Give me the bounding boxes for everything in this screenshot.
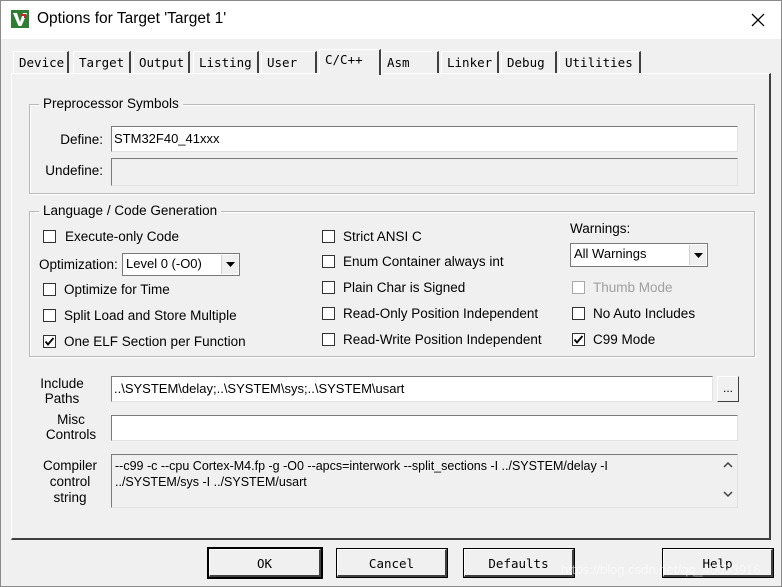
tab-linker[interactable]: Linker	[441, 51, 499, 73]
define-input[interactable]: STM32F40_41xxx	[111, 126, 738, 152]
checkmark-icon	[44, 337, 55, 346]
warnings-label: Warnings:	[570, 221, 631, 236]
tab-asm[interactable]: Asm	[381, 51, 439, 73]
thumb-mode-label: Thumb Mode	[593, 280, 673, 295]
misc-label-line2: Controls	[45, 427, 97, 442]
chevron-down-icon	[221, 255, 238, 274]
chevron-down-icon	[689, 245, 706, 265]
ok-button[interactable]: OK	[207, 547, 323, 579]
keil-uvision-icon	[11, 10, 29, 28]
strict-ansi-label: Strict ANSI C	[343, 229, 422, 244]
undefine-input[interactable]	[111, 158, 738, 186]
options-dialog: Options for Target 'Target 1' Device Tar…	[0, 0, 782, 587]
warnings-value: All Warnings	[574, 246, 647, 261]
compiler-control-string: --c99 -c --cpu Cortex-M4.fp -g -O0 --apc…	[111, 454, 738, 508]
include-label-line2: Paths	[44, 391, 80, 406]
tab-device[interactable]: Device	[13, 51, 69, 73]
tab-utilities[interactable]: Utilities	[559, 51, 641, 73]
plain-char-label: Plain Char is Signed	[343, 280, 466, 295]
ro-pi-label: Read-Only Position Independent	[343, 306, 539, 321]
defaults-button[interactable]: Defaults	[463, 548, 575, 578]
tab-c-cpp[interactable]: C/C++	[319, 49, 381, 75]
tab-output[interactable]: Output	[133, 51, 190, 73]
warnings-select[interactable]: All Warnings	[570, 243, 708, 267]
ro-pi-checkbox[interactable]	[322, 307, 335, 320]
optimize-time-label: Optimize for Time	[64, 282, 170, 297]
no-auto-includes-label: No Auto Includes	[593, 306, 696, 321]
watermark: https://blog.csdn.net/qq_40093916	[561, 562, 761, 577]
enum-container-label: Enum Container always int	[343, 254, 504, 269]
rw-pi-label: Read-Write Position Independent	[343, 332, 542, 347]
misc-controls-input[interactable]	[111, 415, 738, 441]
preprocessor-group-label: Preprocessor Symbols	[39, 96, 183, 111]
rw-pi-checkbox[interactable]	[322, 333, 335, 346]
strict-ansi-checkbox[interactable]	[322, 230, 335, 243]
compiler-label-line3: string	[53, 490, 87, 505]
tab-target[interactable]: Target	[73, 51, 131, 73]
no-auto-includes-checkbox[interactable]	[572, 307, 585, 320]
checkmark-icon	[573, 335, 584, 344]
one-elf-checkbox[interactable]	[43, 335, 56, 348]
title-bar: Options for Target 'Target 1'	[1, 1, 781, 39]
optimization-value: Level 0 (-O0)	[126, 256, 202, 271]
tab-user[interactable]: User	[261, 51, 317, 73]
include-paths-browse-button[interactable]: ...	[717, 376, 739, 402]
compiler-scrollbar[interactable]	[719, 455, 737, 507]
window-title: Options for Target 'Target 1'	[37, 10, 227, 27]
include-paths-input[interactable]: ..\SYSTEM\delay;..\SYSTEM\sys;..\SYSTEM\…	[111, 376, 713, 402]
codegen-group-label: Language / Code Generation	[39, 203, 222, 218]
optimization-label: Optimization:	[39, 257, 118, 272]
misc-controls-label: Misc Controls	[41, 412, 101, 442]
split-load-store-label: Split Load and Store Multiple	[64, 308, 237, 323]
close-button[interactable]	[741, 5, 775, 35]
enum-container-checkbox[interactable]	[322, 255, 335, 268]
compiler-label-line1: Compiler	[42, 458, 97, 473]
optimize-time-checkbox[interactable]	[43, 283, 56, 296]
tab-debug[interactable]: Debug	[501, 51, 557, 73]
c99-mode-label: C99 Mode	[593, 332, 656, 347]
compiler-line-2: ../SYSTEM/sys -I ../SYSTEM/usart	[115, 475, 307, 489]
compiler-control-label: Compiler control string	[37, 458, 103, 506]
scroll-down-icon[interactable]	[723, 491, 733, 498]
compiler-line-1: --c99 -c --cpu Cortex-M4.fp -g -O0 --apc…	[115, 459, 608, 473]
optimization-select[interactable]: Level 0 (-O0)	[122, 253, 240, 276]
execute-only-label: Execute-only Code	[65, 229, 180, 244]
c99-mode-checkbox[interactable]	[572, 333, 585, 346]
tab-strip: Device Target Output Listing User C/C++ …	[1, 49, 782, 75]
define-label: Define:	[60, 132, 103, 147]
execute-only-checkbox[interactable]	[43, 230, 56, 243]
cancel-button[interactable]: Cancel	[336, 548, 448, 578]
thumb-mode-checkbox[interactable]	[572, 281, 585, 294]
compiler-label-line2: control	[49, 474, 91, 489]
plain-char-checkbox[interactable]	[322, 281, 335, 294]
tab-listing[interactable]: Listing	[193, 51, 259, 73]
undefine-label: Undefine:	[45, 163, 103, 178]
misc-label-line1: Misc	[57, 412, 85, 427]
include-paths-label: Include Paths	[29, 376, 95, 406]
one-elf-label: One ELF Section per Function	[64, 334, 246, 349]
scroll-up-icon[interactable]	[723, 461, 733, 468]
close-icon	[751, 13, 765, 27]
split-load-store-checkbox[interactable]	[43, 309, 56, 322]
include-label-line1: Include	[40, 376, 84, 391]
